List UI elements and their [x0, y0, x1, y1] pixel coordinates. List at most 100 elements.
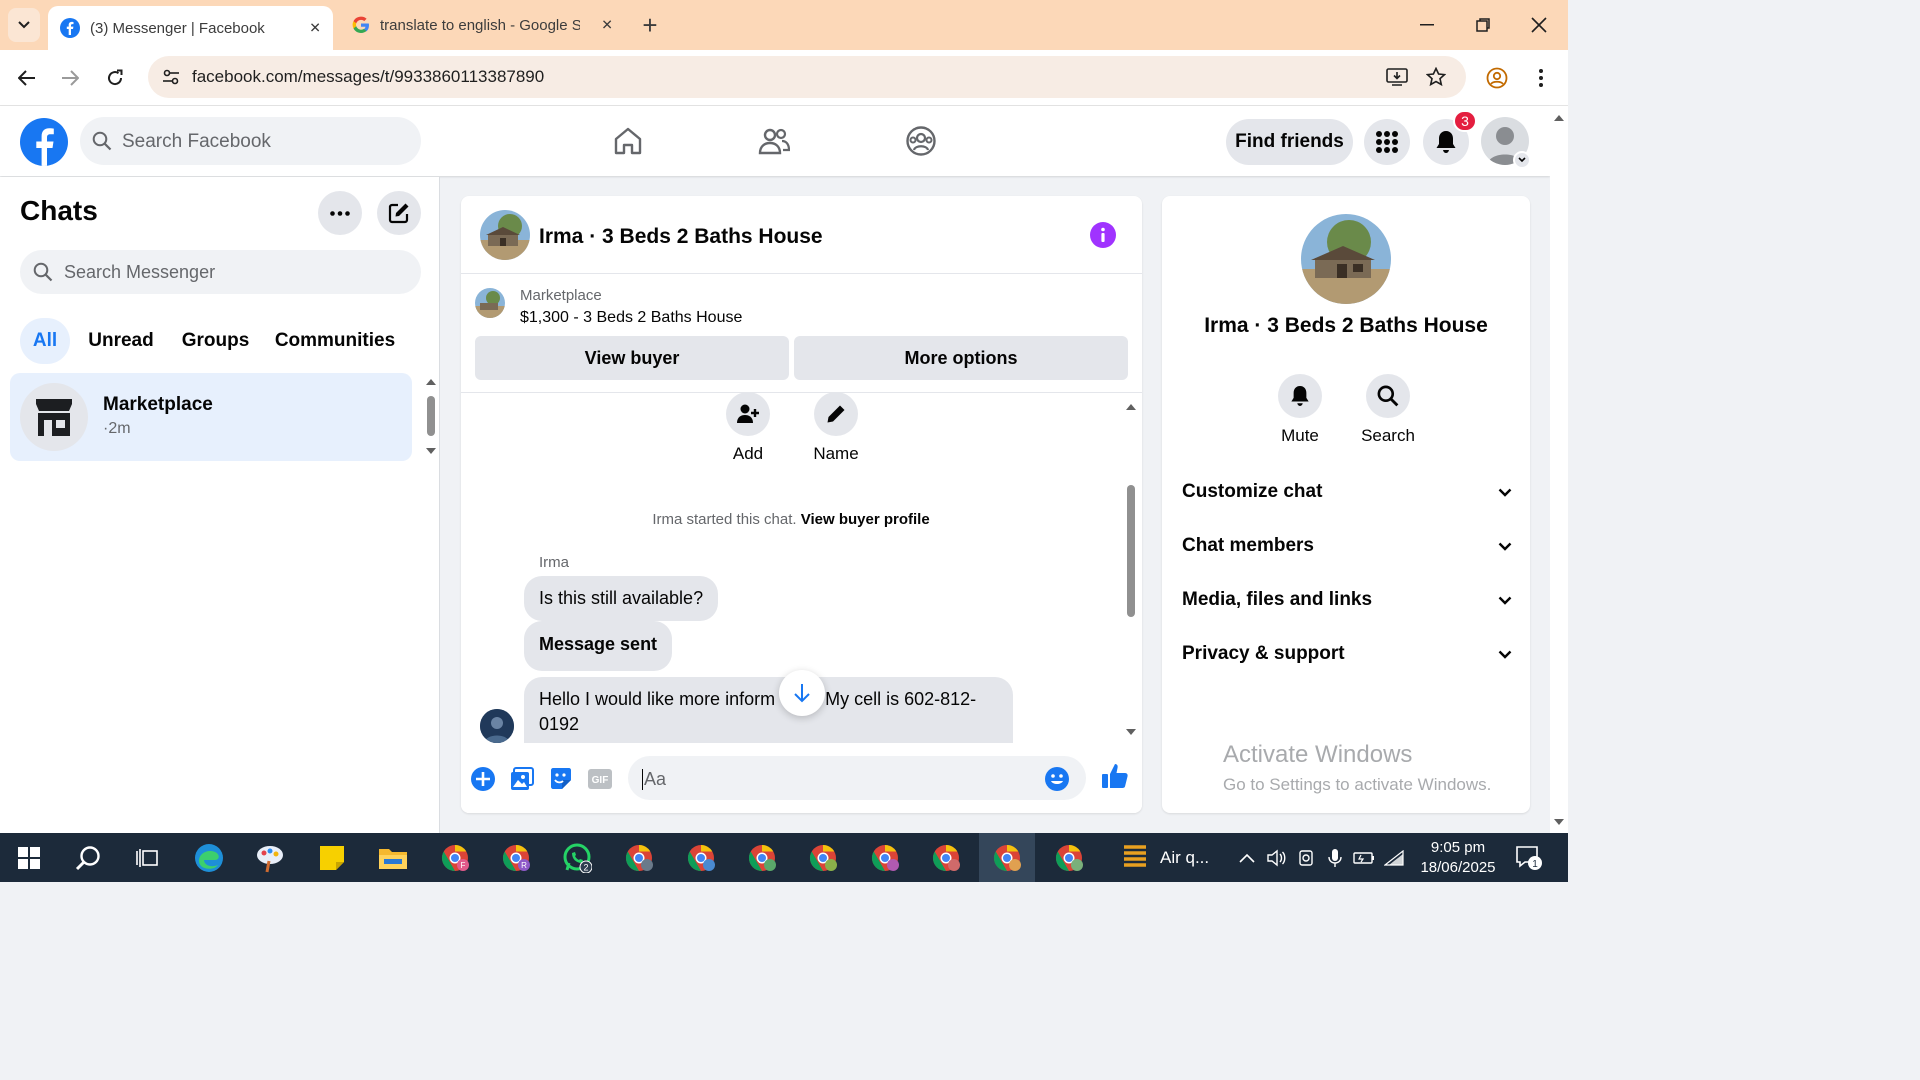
- task-view-icon[interactable]: [130, 841, 164, 875]
- install-app-icon[interactable]: [1385, 65, 1409, 89]
- message-bubble[interactable]: Message sent: [524, 621, 673, 671]
- name-chat-button[interactable]: Name: [806, 392, 866, 464]
- chat-avatar: [20, 383, 88, 451]
- filter-all[interactable]: All: [20, 318, 70, 364]
- tab-title: (3) Messenger | Facebook: [90, 19, 265, 37]
- mute-button[interactable]: Mute: [1260, 374, 1340, 446]
- chevron-up-icon[interactable]: [1235, 841, 1259, 875]
- chrome-profile-icon[interactable]: [929, 841, 963, 875]
- address-bar[interactable]: facebook.com/messages/t/9933860113387890: [148, 56, 1466, 98]
- windows-start-icon[interactable]: [12, 841, 46, 875]
- close-icon[interactable]: ✕: [601, 17, 613, 34]
- battery-icon[interactable]: [1352, 841, 1376, 875]
- chrome-active-icon[interactable]: [990, 841, 1024, 875]
- message-bubble[interactable]: Hello I would like more inform . My cell …: [524, 677, 1013, 743]
- page-scrollbar[interactable]: [1550, 106, 1568, 833]
- system-clock[interactable]: 9:05 pm 18/06/2025: [1410, 838, 1506, 878]
- plus-circle-icon[interactable]: [469, 765, 497, 793]
- microphone-icon[interactable]: [1323, 841, 1347, 875]
- chrome-profile-icon[interactable]: [622, 841, 656, 875]
- tab-messenger[interactable]: (3) Messenger | Facebook ✕: [48, 6, 333, 50]
- chrome-profile-icon[interactable]: [868, 841, 902, 875]
- chevron-down-icon[interactable]: [1513, 151, 1531, 169]
- photo-icon[interactable]: [508, 765, 536, 793]
- tab-google[interactable]: translate to english - Google Se ✕: [340, 6, 625, 44]
- conversation-scrollbar[interactable]: [1124, 401, 1138, 741]
- paint-app-icon[interactable]: [253, 841, 287, 875]
- media-files-links-section[interactable]: Media, files and links: [1182, 580, 1512, 620]
- info-icon[interactable]: [1090, 222, 1116, 248]
- sticker-icon[interactable]: [547, 765, 575, 793]
- sidebar-scrollbar[interactable]: [424, 377, 438, 457]
- edge-browser-icon[interactable]: [192, 841, 226, 875]
- restore-button[interactable]: [1468, 10, 1498, 40]
- details-avatar[interactable]: [1301, 214, 1391, 304]
- bookmark-star-icon[interactable]: [1424, 65, 1448, 89]
- profile-account-icon[interactable]: [1481, 62, 1513, 94]
- search-in-chat-button[interactable]: Search: [1348, 374, 1428, 446]
- details-title: Irma · 3 Beds 2 Baths House: [1204, 314, 1488, 337]
- notification-center-icon[interactable]: 1: [1512, 841, 1546, 875]
- facebook-search-input[interactable]: Search Facebook: [80, 117, 421, 165]
- listing-title[interactable]: $1,300 - 3 Beds 2 Baths House: [520, 309, 742, 327]
- close-icon[interactable]: ✕: [309, 20, 321, 37]
- chat-list-item[interactable]: Marketplace ·2m: [10, 373, 412, 461]
- chrome-profile-icon[interactable]: [684, 841, 718, 875]
- new-tab-button[interactable]: +: [638, 10, 662, 40]
- filter-unread[interactable]: Unread: [80, 318, 162, 364]
- forward-button[interactable]: [54, 62, 86, 94]
- chrome-profile-icon[interactable]: [1052, 841, 1086, 875]
- more-options-button[interactable]: More options: [794, 336, 1128, 380]
- camera-icon[interactable]: [1294, 841, 1318, 875]
- close-window-button[interactable]: [1524, 10, 1554, 40]
- thumbs-up-icon[interactable]: [1101, 762, 1129, 790]
- emoji-icon[interactable]: [1044, 766, 1070, 792]
- file-explorer-icon[interactable]: [376, 841, 410, 875]
- messenger-search-input[interactable]: Search Messenger: [20, 250, 421, 294]
- search-icon[interactable]: [71, 841, 105, 875]
- add-people-button[interactable]: Add: [718, 392, 778, 464]
- customize-chat-section[interactable]: Customize chat: [1182, 472, 1512, 512]
- groups-icon[interactable]: [901, 122, 941, 160]
- message-input[interactable]: Aa: [628, 756, 1086, 800]
- chrome-profile-icon[interactable]: F: [438, 841, 472, 875]
- site-info-icon[interactable]: [156, 62, 186, 92]
- scroll-to-bottom-button[interactable]: [779, 670, 825, 716]
- chrome-profile-icon[interactable]: [745, 841, 779, 875]
- menu-grid-icon[interactable]: [1364, 119, 1410, 165]
- message-placeholder: Aa: [642, 769, 667, 790]
- speaker-icon[interactable]: [1264, 841, 1288, 875]
- friends-icon[interactable]: [754, 122, 794, 160]
- privacy-support-section[interactable]: Privacy & support: [1182, 634, 1512, 674]
- facebook-logo-icon[interactable]: [20, 118, 68, 166]
- view-buyer-profile-link[interactable]: View buyer profile: [801, 511, 930, 528]
- section-label: Privacy & support: [1182, 643, 1345, 664]
- gif-icon[interactable]: GIF: [586, 765, 614, 793]
- chat-timestamp: ·2m: [103, 420, 131, 437]
- chat-members-section[interactable]: Chat members: [1182, 526, 1512, 566]
- compose-icon: [388, 203, 409, 224]
- sticky-notes-icon[interactable]: [315, 841, 349, 875]
- tab-search-button[interactable]: [8, 8, 40, 42]
- listing-thumbnail[interactable]: [475, 288, 505, 318]
- find-friends-button[interactable]: Find friends: [1226, 119, 1353, 165]
- view-buyer-button[interactable]: View buyer: [475, 336, 789, 380]
- chrome-profile-icon[interactable]: [806, 841, 840, 875]
- weather-text[interactable]: Air q...: [1160, 848, 1209, 868]
- chrome-profile-icon[interactable]: R: [499, 841, 533, 875]
- new-message-button[interactable]: [377, 191, 421, 235]
- conversation-avatar[interactable]: [480, 210, 530, 260]
- reload-button[interactable]: [99, 62, 131, 94]
- back-button[interactable]: [11, 62, 43, 94]
- whatsapp-icon[interactable]: 2: [560, 841, 594, 875]
- wifi-icon[interactable]: [1382, 841, 1406, 875]
- message-bubble[interactable]: Is this still available?: [524, 576, 719, 621]
- home-icon[interactable]: [608, 122, 648, 160]
- sender-avatar[interactable]: [480, 709, 514, 743]
- filter-communities[interactable]: Communities: [270, 318, 400, 364]
- minimize-button[interactable]: [1412, 10, 1442, 40]
- browser-menu-icon[interactable]: [1525, 62, 1557, 94]
- filter-groups[interactable]: Groups: [174, 318, 257, 364]
- weather-icon[interactable]: [1118, 841, 1152, 875]
- chat-options-button[interactable]: [318, 191, 362, 235]
